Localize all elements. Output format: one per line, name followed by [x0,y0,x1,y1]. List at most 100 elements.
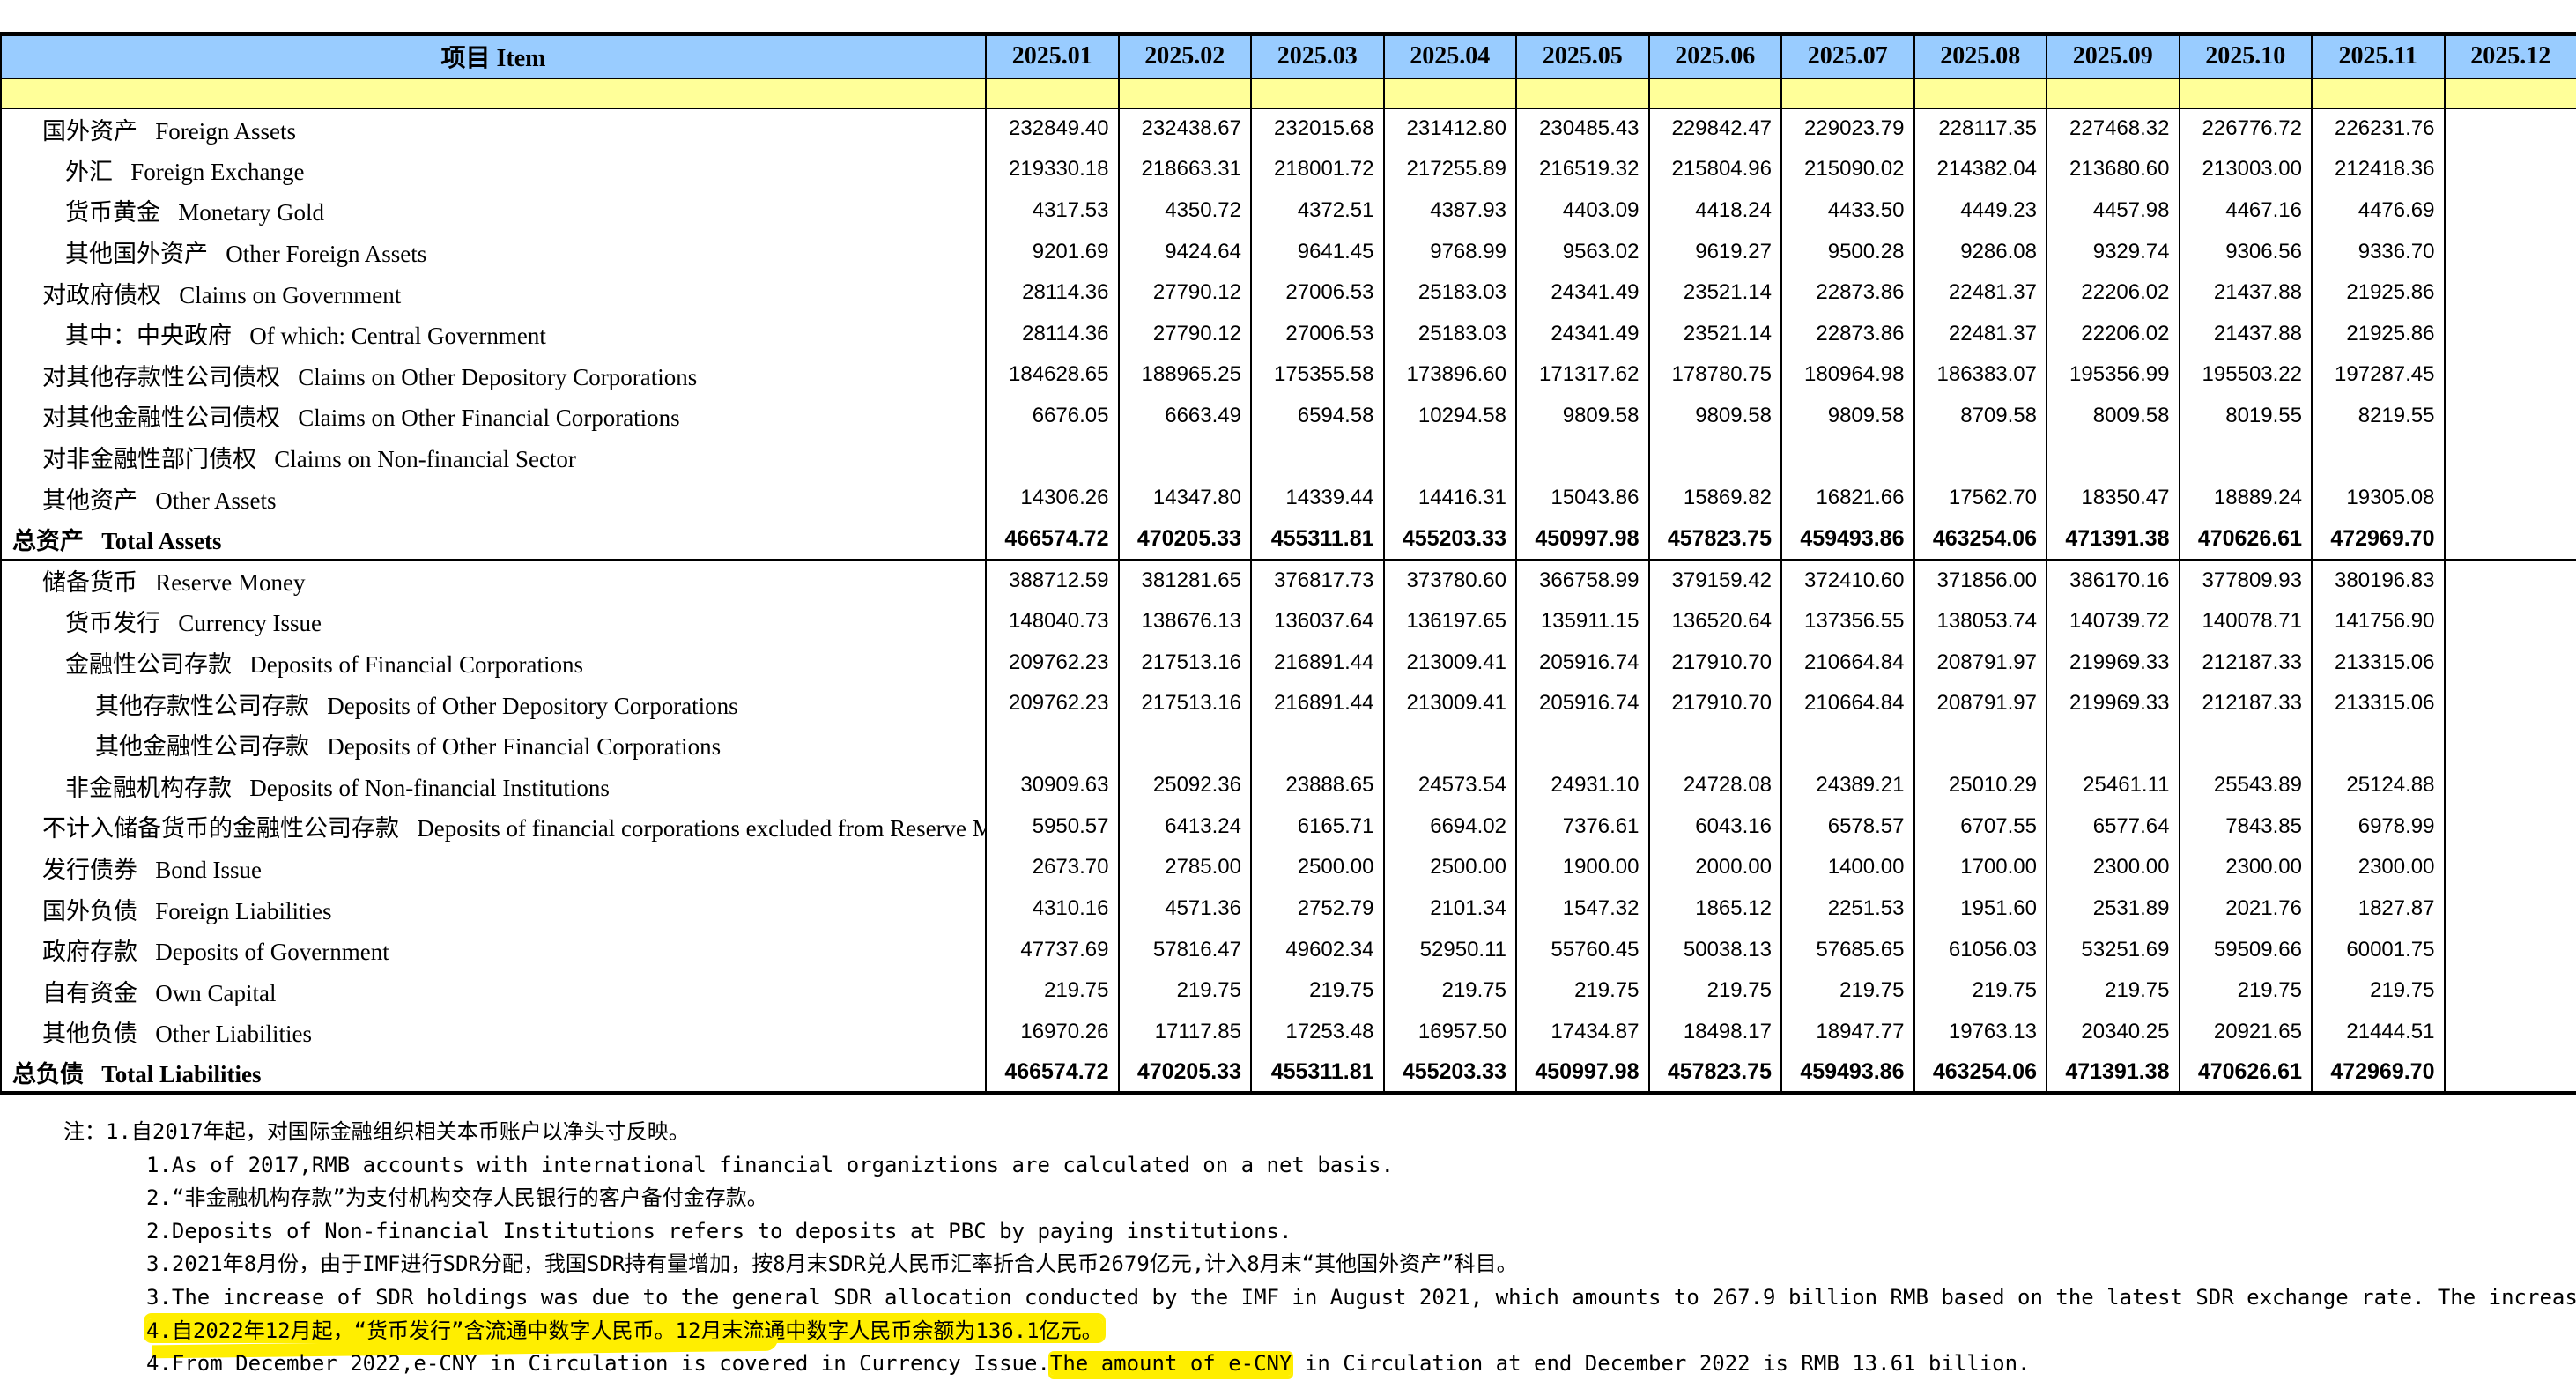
month-header-2025.02: 2025.02 [1119,34,1252,78]
value-cell: 212187.33 [2180,642,2313,683]
value-cell: 219.75 [2312,970,2445,1012]
month-header-2025.03: 2025.03 [1251,34,1384,78]
value-cell: 57816.47 [1119,929,1252,970]
table-subheader-row [1,78,2576,108]
value-cell: 9768.99 [1384,231,1517,272]
value-cell [986,724,1119,765]
item-label-cell: 货币发行 Currency Issue [1,601,986,642]
value-cell: 27006.53 [1251,313,1384,354]
item-label: 对非金融性部门债权 Claims on Non-financial Sector [2,440,576,474]
value-cell: 22481.37 [1914,272,2047,314]
value-cell: 450997.98 [1516,1052,1649,1094]
footnote-text: 4.自2022年12月起，“货币发行”含流通中数字人民币。12月末流通中数字人民… [146,1318,1103,1343]
item-label-cell: 自有资金 Own Capital [1,970,986,1012]
value-cell: 2752.79 [1251,888,1384,930]
footnote-text: 2.“非金融机构存款”为支付机构交存人民银行的客户备付金存款。 [146,1185,768,1210]
value-cell: 471391.38 [2047,1052,2180,1094]
value-cell: 18947.77 [1781,1012,1914,1053]
value-cell: 1865.12 [1649,888,1782,930]
footnote-line: 3.2021年8月份，由于IMF进行SDR分配，我国SDR持有量增加，按8月末S… [0,1248,2576,1281]
value-cell: 2101.34 [1384,888,1517,930]
value-cell: 24931.10 [1516,765,1649,806]
value-cell: 18889.24 [2180,478,2313,519]
value-cell: 219969.33 [2047,642,2180,683]
value-cell: 213680.60 [2047,149,2180,190]
value-cell: 215804.96 [1649,149,1782,190]
subheader-item-cell [1,78,986,108]
value-cell [1649,724,1782,765]
value-cell: 17253.48 [1251,1012,1384,1053]
value-cell: 21925.86 [2312,313,2445,354]
value-cell: 457823.75 [1649,518,1782,560]
value-cell: 4476.69 [2312,190,2445,232]
item-label: 储备货币 Reserve Money [2,563,305,598]
value-cell: 232015.68 [1251,108,1384,150]
item-label-cell: 其他金融性公司存款 Deposits of Other Financial Co… [1,724,986,765]
value-cell: 219.75 [1516,970,1649,1012]
value-cell: 188965.25 [1119,354,1252,396]
value-cell: 463254.06 [1914,518,2047,560]
value-cell [2445,806,2576,848]
value-cell: 388712.59 [986,560,1119,601]
value-cell: 136037.64 [1251,601,1384,642]
value-cell: 4457.98 [2047,190,2180,232]
value-cell: 371856.00 [1914,560,2047,601]
value-cell [2312,436,2445,478]
item-label: 货币黄金 Monetary Gold [2,193,324,227]
item-label-cell: 对其他存款性公司债权 Claims on Other Depository Co… [1,354,986,396]
value-cell [2047,724,2180,765]
value-cell [2445,683,2576,724]
item-label: 金融性公司存款 Deposits of Financial Corporatio… [2,645,583,679]
value-cell: 450997.98 [1516,518,1649,560]
value-cell [1251,436,1384,478]
item-label-cell: 发行债券 Bond Issue [1,847,986,888]
value-cell: 217255.89 [1384,149,1517,190]
value-cell: 9809.58 [1649,396,1782,437]
month-header-2025.10: 2025.10 [2180,34,2313,78]
subheader-cell [1649,78,1782,108]
item-label-cell: 对其他金融性公司债权 Claims on Other Financial Cor… [1,396,986,437]
value-cell: 148040.73 [986,601,1119,642]
value-cell [2445,847,2576,888]
value-cell: 381281.65 [1119,560,1252,601]
value-cell: 25092.36 [1119,765,1252,806]
value-cell: 2021.76 [2180,888,2313,930]
value-cell: 9329.74 [2047,231,2180,272]
footnote-line-highlighted: 4.自2022年12月起，“货币发行”含流通中数字人民币。12月末流通中数字人民… [0,1315,2576,1348]
month-header-2025.04: 2025.04 [1384,34,1517,78]
item-label-cell: 对政府债权 Claims on Government [1,272,986,314]
footnote-text: 注：1.自2017年起，对国际金融组织相关本币账户以净头寸反映。 [63,1119,690,1144]
value-cell [2180,724,2313,765]
value-cell: 23521.14 [1649,313,1782,354]
item-label: 自有资金 Own Capital [2,974,276,1008]
value-cell: 21444.51 [2312,1012,2445,1053]
table-row: 政府存款 Deposits of Government47737.6957816… [1,929,2576,970]
table-row: 总负债 Total Liabilities466574.72470205.334… [1,1052,2576,1094]
value-cell: 219.75 [1119,970,1252,1012]
item-label-cell: 其中：中央政府 Of which: Central Government [1,313,986,354]
item-label-cell: 货币黄金 Monetary Gold [1,190,986,232]
item-label-cell: 不计入储备货币的金融性公司存款 Deposits of financial co… [1,806,986,848]
value-cell: 470626.61 [2180,1052,2313,1094]
value-cell: 457823.75 [1649,1052,1782,1094]
value-cell: 14347.80 [1119,478,1252,519]
item-label: 其他资产 Other Assets [2,481,277,516]
value-cell: 232849.40 [986,108,1119,150]
value-cell: 2531.89 [2047,888,2180,930]
value-cell: 137356.55 [1781,601,1914,642]
value-cell: 4317.53 [986,190,1119,232]
value-cell [1781,436,1914,478]
value-cell: 471391.38 [2047,518,2180,560]
month-header-2025.05: 2025.05 [1516,34,1649,78]
value-cell: 217513.16 [1119,642,1252,683]
value-cell [2445,601,2576,642]
value-cell: 197287.45 [2312,354,2445,396]
value-cell: 60001.75 [2312,929,2445,970]
value-cell: 23888.65 [1251,765,1384,806]
value-cell: 17117.85 [1119,1012,1252,1053]
value-cell: 376817.73 [1251,560,1384,601]
table-row: 对非金融性部门债权 Claims on Non-financial Sector [1,436,2576,478]
value-cell: 21437.88 [2180,272,2313,314]
value-cell [2445,724,2576,765]
value-cell [1119,724,1252,765]
